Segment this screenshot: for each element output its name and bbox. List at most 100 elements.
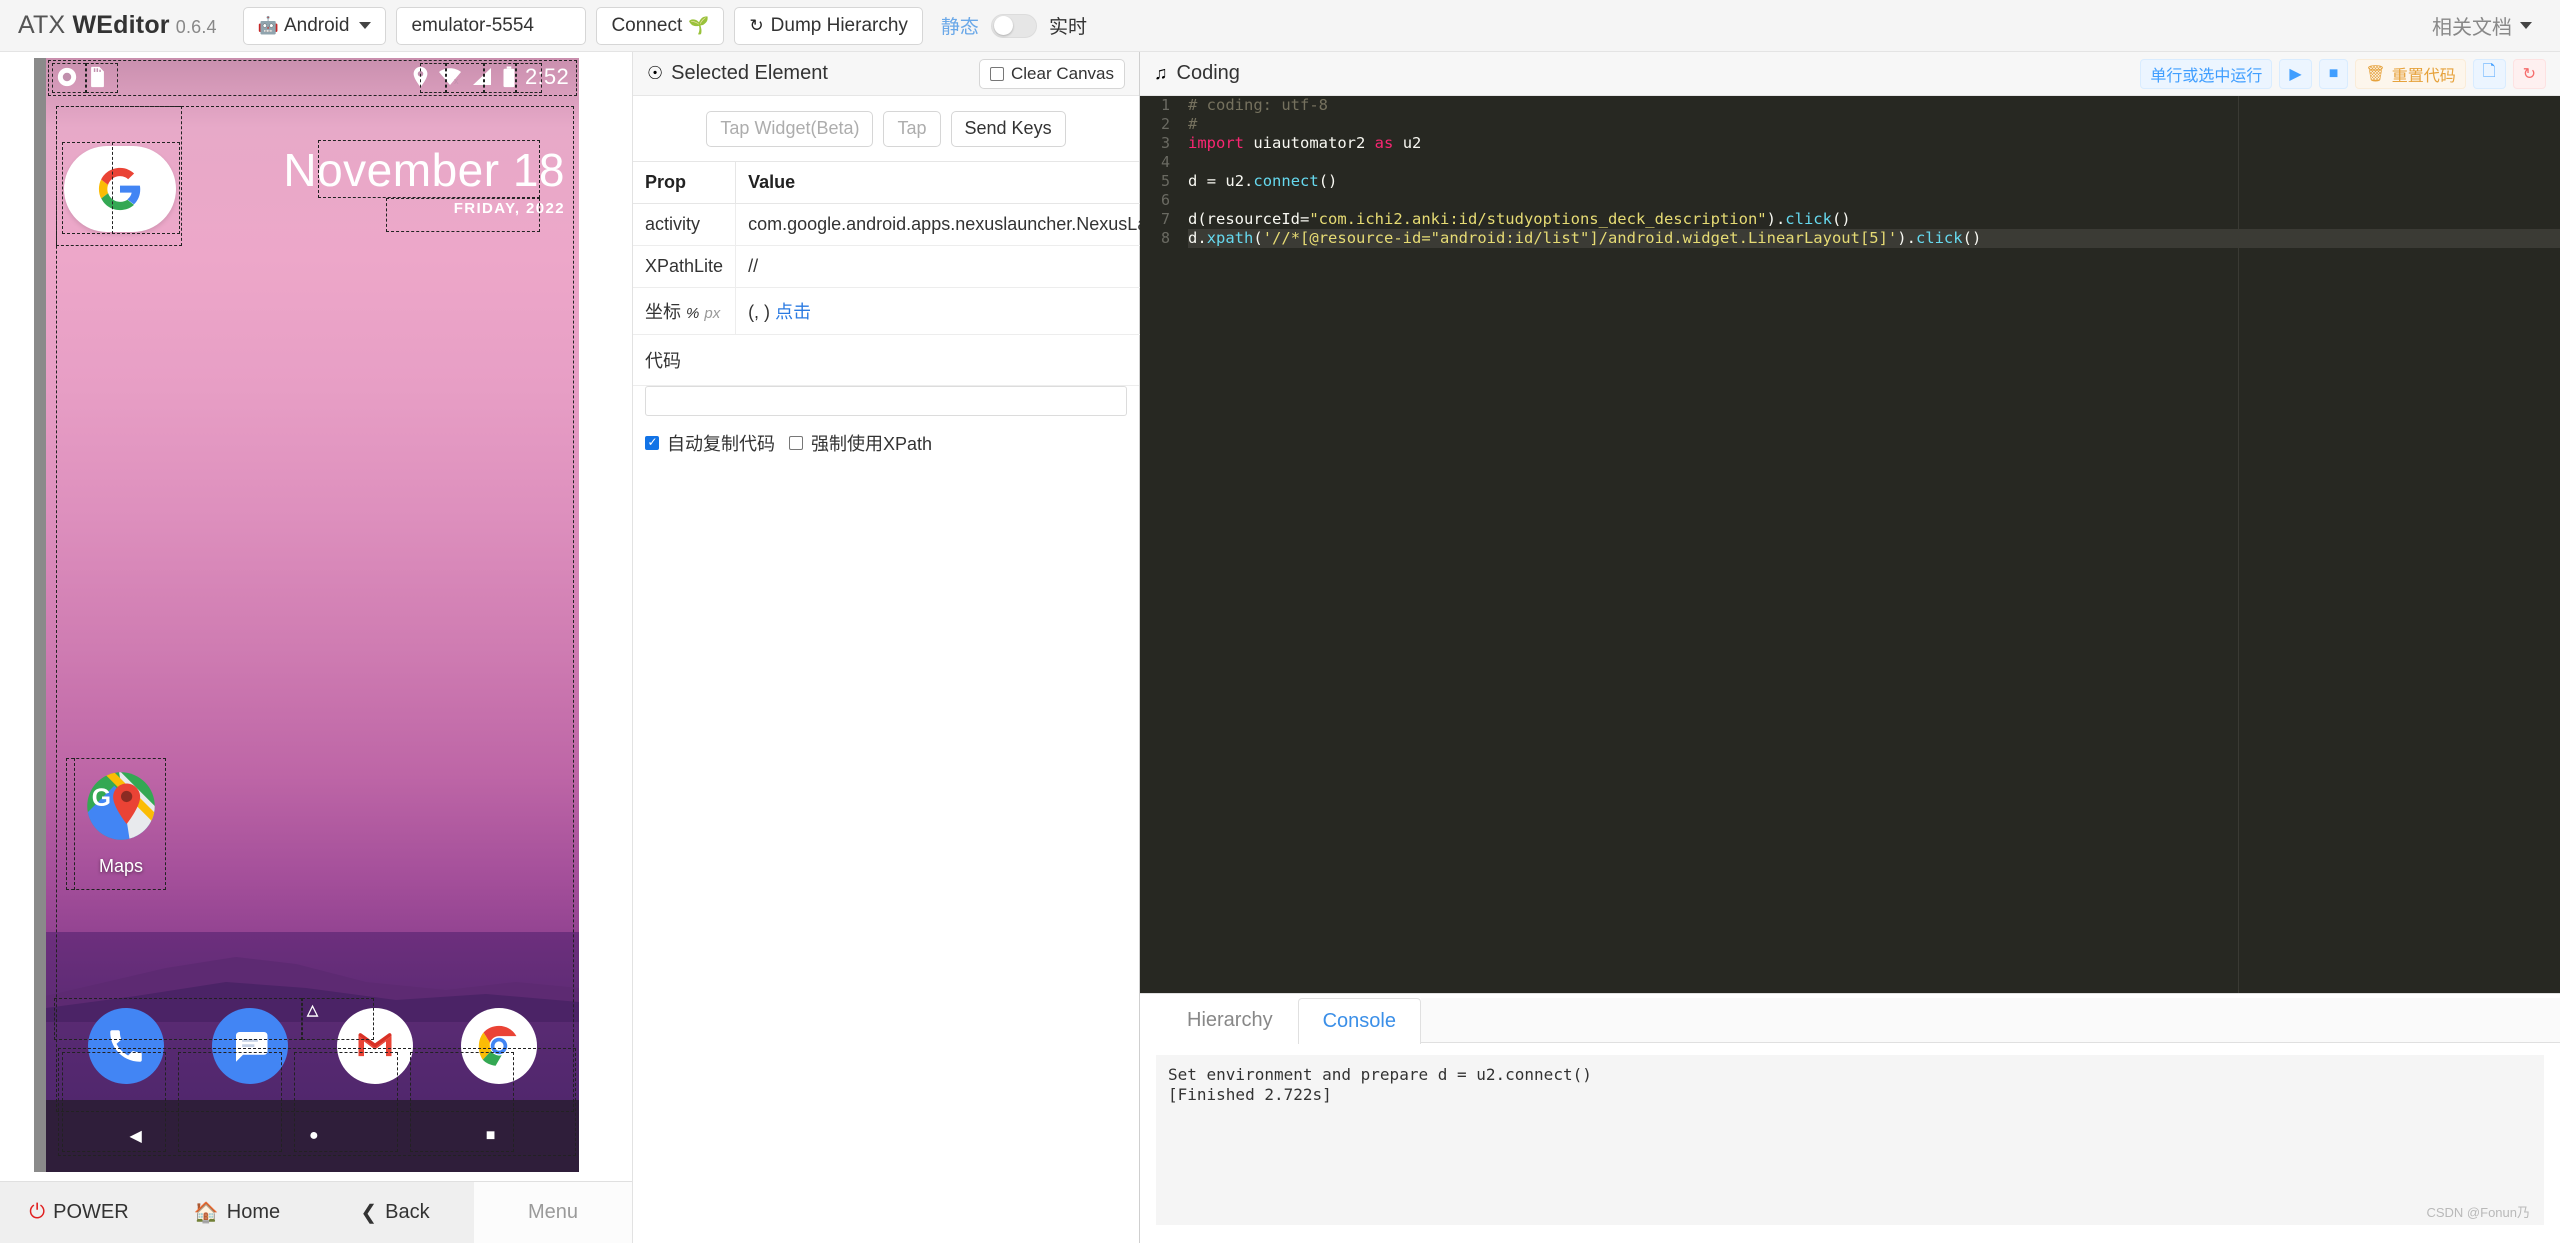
home-circle-icon[interactable]: ● xyxy=(309,1127,319,1145)
line-number: 4 xyxy=(1160,153,1170,171)
reset-code-label: 重置代码 xyxy=(2391,67,2456,85)
crosshair-icon: ☉ xyxy=(647,63,664,83)
copy-icon: 🗋 xyxy=(2482,63,2496,80)
code-editor[interactable]: 1 2 3 4 5 6 7 8 # coding: utf-8 # import… xyxy=(1140,96,2560,993)
run-selection-button[interactable]: 单行或选中运行 xyxy=(2140,58,2273,89)
toggle-knob xyxy=(993,16,1013,35)
serial-input[interactable]: emulator-5554 xyxy=(396,6,587,45)
back-button[interactable]: ❮ Back xyxy=(316,1182,474,1243)
line-number: 5 xyxy=(1160,172,1170,190)
menu-button[interactable]: Menu xyxy=(474,1182,632,1243)
back-triangle-icon[interactable]: ◀ xyxy=(130,1126,142,1146)
line-number: 7 xyxy=(1160,210,1170,228)
chrome-icon[interactable] xyxy=(460,1008,537,1084)
home-icon: 🏠 xyxy=(193,1202,219,1224)
force-xpath-checkbox[interactable] xyxy=(789,436,803,450)
google-search-widget[interactable] xyxy=(64,146,176,232)
main-area: x 2:52 November 18 FRIDAY, 2022 G Maps ▵… xyxy=(0,52,2560,1243)
prop-key: XPathLite xyxy=(633,245,737,288)
tab-hierarchy[interactable]: Hierarchy xyxy=(1162,997,1298,1043)
auto-copy-checkbox[interactable] xyxy=(645,435,659,450)
clear-canvas-checkbox[interactable] xyxy=(990,66,1004,81)
chevron-down-icon xyxy=(359,22,372,29)
camera-icon xyxy=(57,67,77,87)
device-screen[interactable]: x 2:52 November 18 FRIDAY, 2022 G Maps ▵… xyxy=(46,58,579,1172)
line-number: 2 xyxy=(1160,115,1170,133)
clear-canvas-button[interactable]: Clear Canvas xyxy=(979,58,1125,89)
editor-gutter: 1 2 3 4 5 6 7 8 xyxy=(1140,96,1178,993)
top-navbar: ATX WEditor 0.6.4 🤖 Android emulator-5554… xyxy=(0,0,2560,52)
sd-card-icon xyxy=(91,66,104,88)
phone-icon[interactable] xyxy=(88,1008,165,1084)
gmail-icon[interactable] xyxy=(336,1008,413,1084)
date-widget[interactable]: November 18 FRIDAY, 2022 xyxy=(283,144,565,217)
platform-label: Android xyxy=(283,14,350,36)
home-button[interactable]: 🏠 Home xyxy=(158,1182,316,1243)
connect-button[interactable]: Connect 🌱 xyxy=(596,6,725,45)
copy-code-button[interactable]: 🗋 xyxy=(2472,58,2506,89)
music-note-icon: ♫ xyxy=(1154,63,1168,83)
inspector-title: Selected Element xyxy=(671,62,828,84)
recents-square-icon[interactable]: ■ xyxy=(486,1127,496,1145)
google-g-icon xyxy=(98,167,141,211)
app-brand: ATX WEditor 0.6.4 xyxy=(18,11,217,40)
mode-toggle-group[interactable]: 静态 实时 xyxy=(941,12,1087,39)
dump-hierarchy-button[interactable]: ↻ Dump Hierarchy xyxy=(734,6,923,45)
tab-console[interactable]: Console xyxy=(1297,998,1421,1044)
tap-widget-button[interactable]: Tap Widget(Beta) xyxy=(706,110,874,147)
prop-key: activity xyxy=(633,203,737,246)
code-label: 代码 xyxy=(633,335,1139,386)
messages-icon[interactable] xyxy=(212,1008,289,1084)
device-stage: x 2:52 November 18 FRIDAY, 2022 G Maps ▵… xyxy=(0,52,632,1181)
code-input[interactable] xyxy=(645,386,1127,416)
auto-copy-label: 自动复制代码 xyxy=(667,434,775,454)
realtime-mode-label: 实时 xyxy=(1048,17,1087,38)
chevron-down-icon[interactable] xyxy=(2520,22,2532,29)
menu-label: Menu xyxy=(527,1201,579,1223)
inspector-panel: ☉ Selected Element Clear Canvas Tap Widg… xyxy=(632,52,1272,1243)
editor-lines[interactable]: # coding: utf-8 # import uiautomator2 as… xyxy=(1178,96,2560,993)
console-output: Set environment and prepare d = u2.conne… xyxy=(1156,1055,2544,1225)
code-line-3: import uiautomator2 as u2 xyxy=(1188,134,1422,152)
refresh-icon: ↻ xyxy=(2522,65,2536,83)
seedling-icon: 🌱 xyxy=(688,15,710,35)
location-icon xyxy=(413,66,428,88)
chevron-left-icon: ❮ xyxy=(360,1202,378,1224)
power-button[interactable]: ⏻ POWER xyxy=(0,1182,158,1243)
line-number: 6 xyxy=(1160,191,1170,209)
col-prop: Prop xyxy=(633,162,737,204)
force-xpath-label: 强制使用XPath xyxy=(811,434,933,454)
coord-key: 坐标 % px xyxy=(633,287,737,335)
device-status-bar: x 2:52 xyxy=(46,58,579,96)
static-mode-label: 静态 xyxy=(940,17,979,38)
code-line-8: d.xpath('//*[@resource-id="android:id/li… xyxy=(1188,229,2560,248)
serial-value: emulator-5554 xyxy=(411,14,534,36)
coding-panel: ♫ Coding 单行或选中运行 ▶ ■ 🗑 重置代码 🗋 ↻ 1 2 3 4 5… xyxy=(1140,52,2560,1243)
run-button[interactable]: ▶ xyxy=(2279,58,2312,89)
brand-prefix: ATX xyxy=(18,11,73,39)
platform-select[interactable]: 🤖 Android xyxy=(242,6,387,45)
power-icon: ⏻ xyxy=(29,1201,46,1223)
status-time: 2:52 xyxy=(524,64,569,89)
code-line-5: d = u2.connect() xyxy=(1188,172,1338,190)
coord-click-link[interactable]: 点击 xyxy=(775,302,811,322)
device-navigation-bar: ◀ ● ■ xyxy=(46,1100,579,1172)
stop-icon: ■ xyxy=(2328,64,2339,82)
stop-button[interactable]: ■ xyxy=(2318,58,2349,89)
tap-button[interactable]: Tap xyxy=(883,110,941,147)
dump-hierarchy-label: Dump Hierarchy xyxy=(770,14,908,36)
send-keys-button[interactable]: Send Keys xyxy=(950,110,1066,147)
coding-title: Coding xyxy=(1176,62,1240,84)
date-month-day: November 18 xyxy=(283,144,565,196)
related-docs-label[interactable]: 相关文档 xyxy=(2432,11,2512,40)
code-line: # coding: utf-8 xyxy=(1188,96,1328,114)
svg-text:x: x xyxy=(454,76,459,86)
coding-toolbar: 单行或选中运行 ▶ ■ 🗑 重置代码 🗋 ↻ xyxy=(2140,58,2546,89)
home-app-maps[interactable]: G Maps xyxy=(82,770,160,877)
refresh-button[interactable]: ↻ xyxy=(2512,58,2546,89)
reset-code-button[interactable]: 🗑 重置代码 xyxy=(2355,58,2466,89)
console-line: Set environment and prepare d = u2.conne… xyxy=(1168,1065,1592,1084)
watermark: CSDN @Fonun乃 xyxy=(2426,1205,2530,1220)
status-left-icons xyxy=(56,66,107,88)
realtime-toggle[interactable] xyxy=(990,13,1037,38)
